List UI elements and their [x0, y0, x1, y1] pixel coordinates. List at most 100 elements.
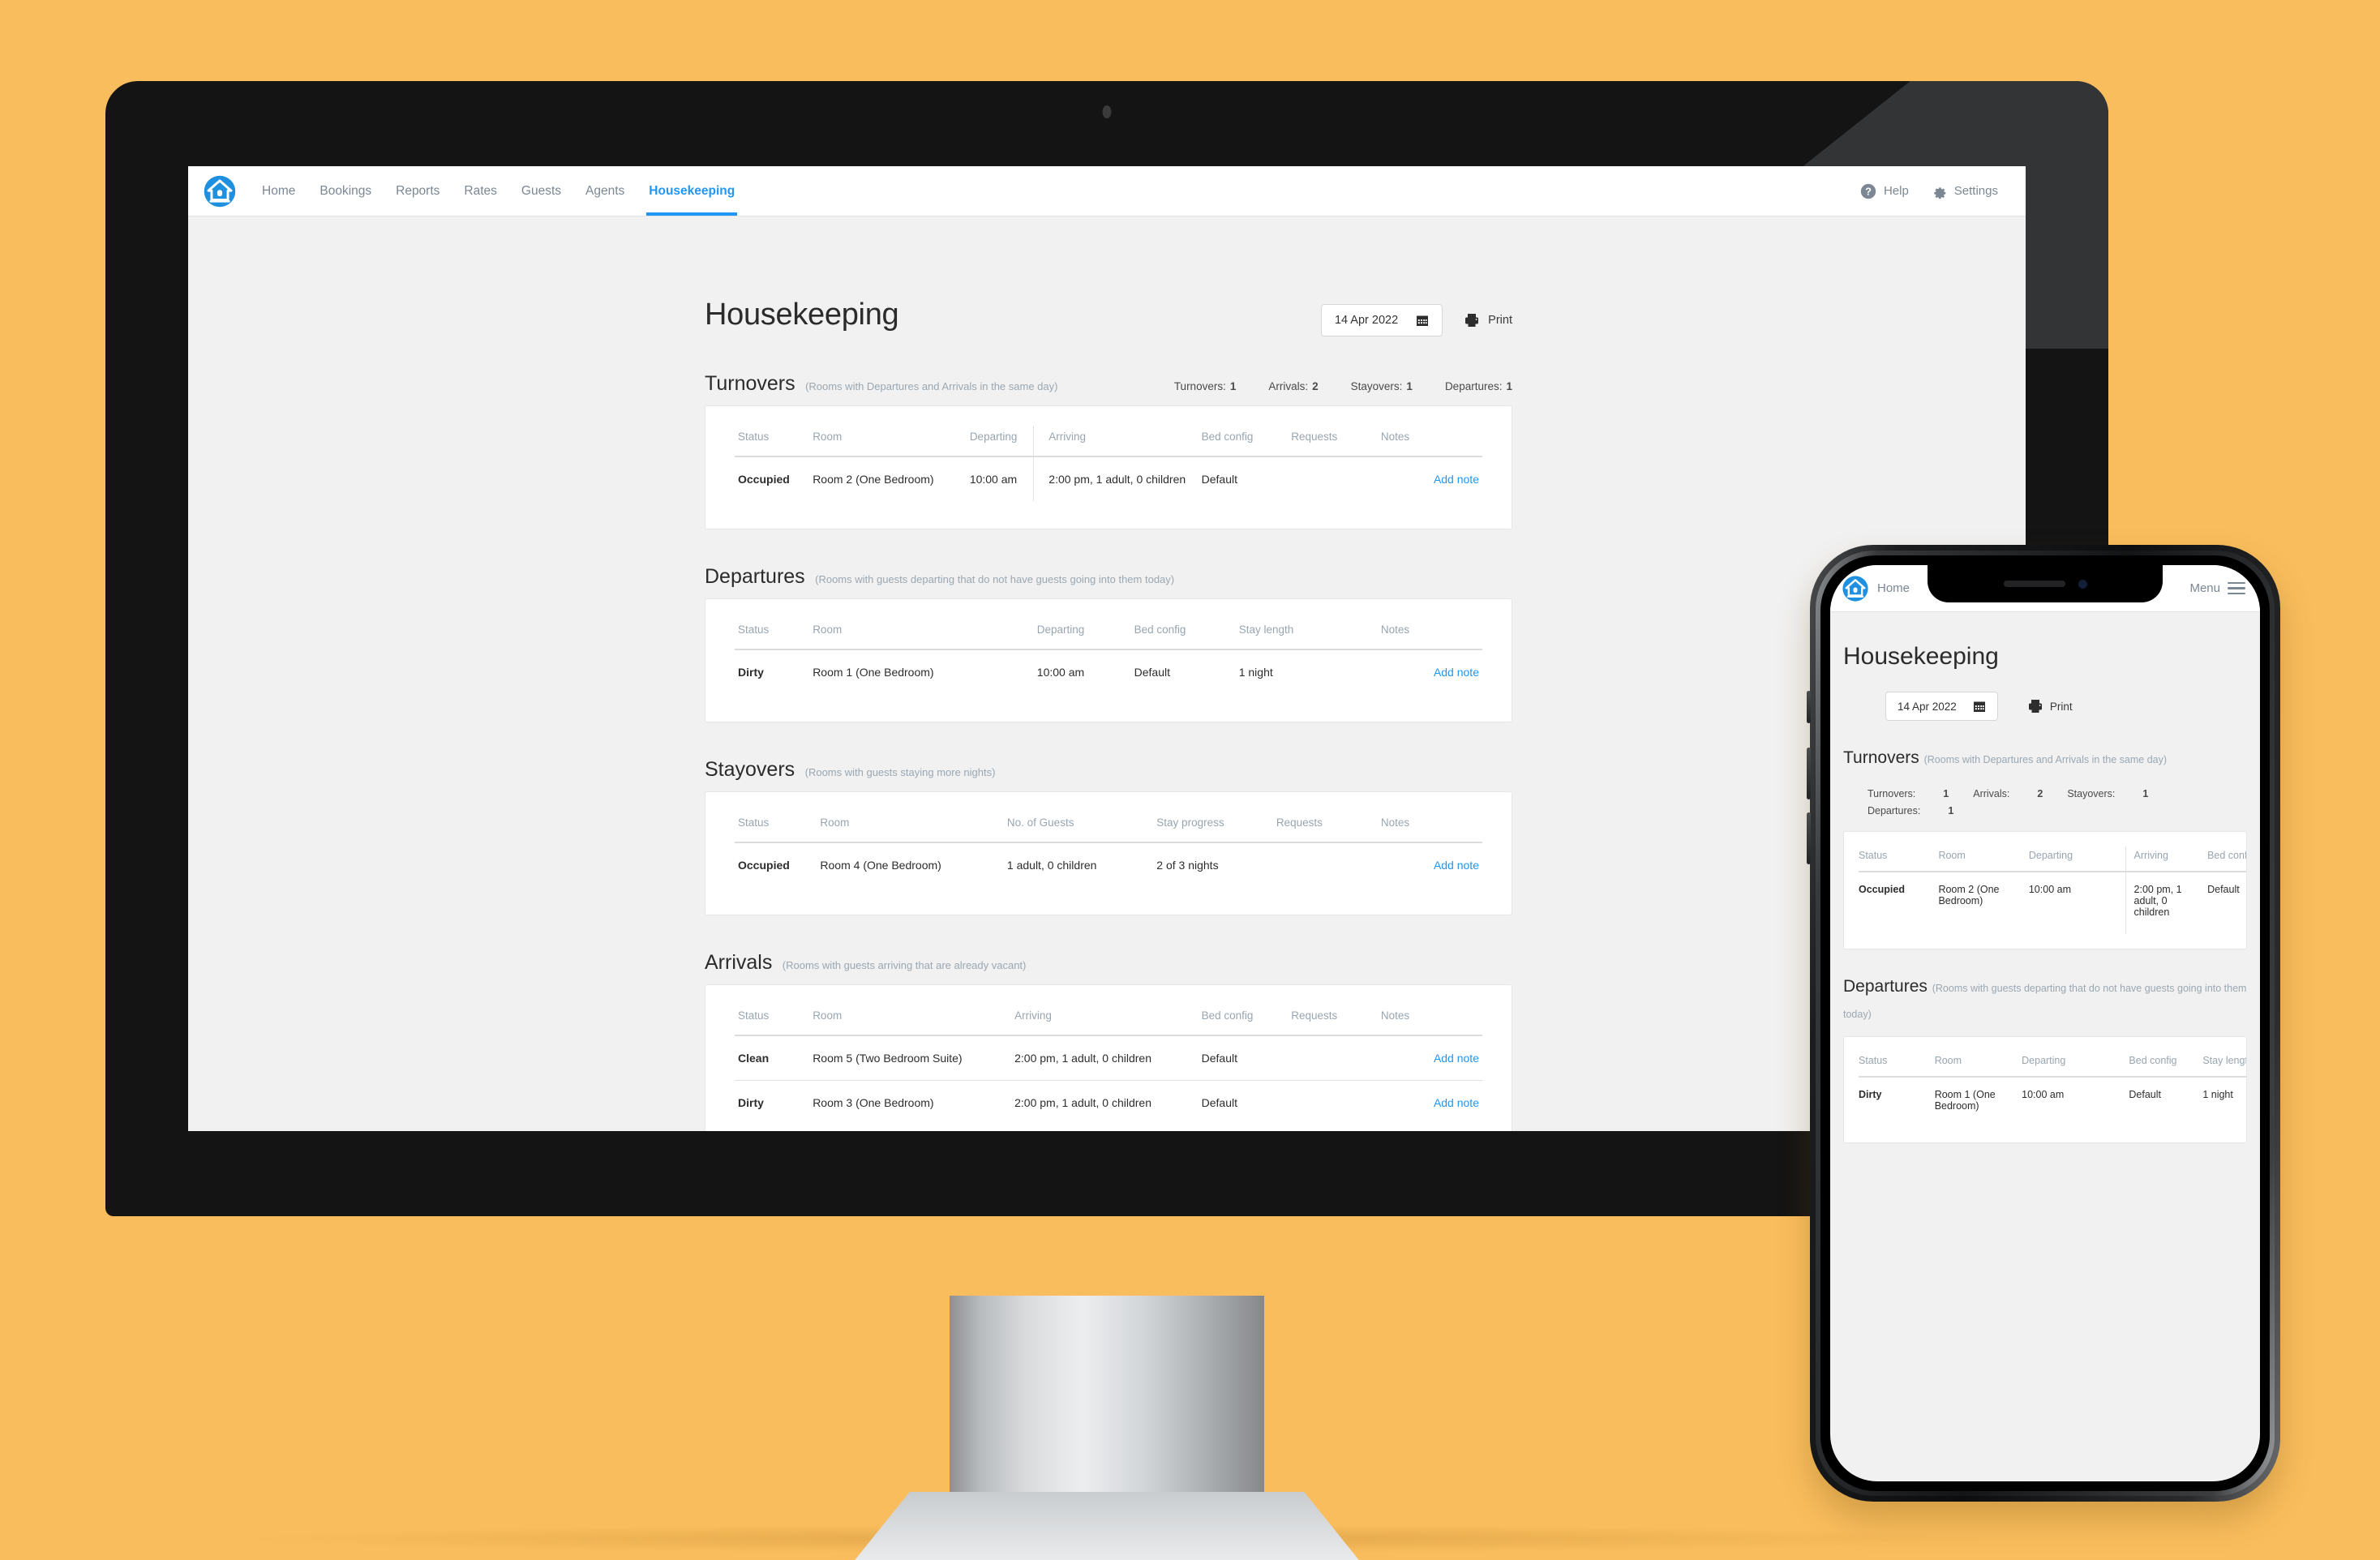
phone-silent-switch[interactable]	[1807, 691, 1811, 723]
arrivals-table: Status Room Arriving Bed config Requests…	[735, 1005, 1482, 1125]
mobile-summary-counts: Turnovers: 1 Arrivals: 2 Stayovers: 1 Departur…	[1843, 786, 2247, 821]
mobile-menu-button[interactable]: Menu	[2189, 581, 2245, 595]
nav-item-housekeeping[interactable]: Housekeeping	[637, 166, 747, 216]
cell-room: Room 2 (One Bedroom)	[809, 456, 967, 501]
help-button[interactable]: ? Help	[1859, 182, 1909, 200]
mobile-navbar-left: Home	[1842, 575, 1910, 602]
date-picker[interactable]: 14 Apr 2022	[1320, 304, 1443, 336]
mobile-section-departures: Departures (Rooms with guests departing …	[1843, 974, 2247, 1143]
scene: Home Bookings Reports Rates Guests Agent…	[0, 0, 2380, 1560]
cell-stay-length: 1 night	[2202, 1076, 2246, 1128]
cell-departing: 10:00 am	[2028, 871, 2126, 934]
count-value: 1	[1229, 380, 1237, 392]
mobile-phone: Home Menu Housekeeping 14 Apr 2022 Print…	[1807, 545, 2280, 1502]
section-title: Stayovers	[705, 758, 795, 781]
house-in-circle-logo[interactable]	[203, 174, 237, 208]
count-value: 1	[2142, 787, 2149, 799]
phone-volume-down-button[interactable]	[1807, 812, 1811, 864]
earpiece-speaker-icon	[2003, 581, 2065, 587]
count-label: Stayovers:	[2067, 787, 2116, 799]
section-turnovers: Turnovers (Rooms with Departures and Arr…	[705, 372, 1512, 529]
printer-icon	[2028, 700, 2042, 713]
count-value: 1	[1948, 804, 1954, 816]
count-stayovers: Stayovers: 1	[2067, 786, 2148, 803]
col-room: Room	[1938, 850, 1966, 861]
section-header-arrivals: Arrivals (Rooms with guests arriving tha…	[705, 951, 1512, 975]
table-row: Occupied Room 2 (One Bedroom) 10:00 am 2…	[735, 456, 1482, 501]
page-header: Housekeeping 14 Apr 2022 Print	[705, 267, 1512, 336]
nav-item-agents[interactable]: Agents	[573, 166, 637, 216]
settings-button[interactable]: Settings	[1930, 182, 1998, 200]
col-no-of-guests: No. of Guests	[1006, 816, 1074, 829]
cell-bed-config: Default	[2207, 871, 2246, 934]
cell-bed-config: Default	[1198, 1080, 1289, 1125]
mobile-date-value: 14 Apr 2022	[1898, 700, 1957, 713]
nav-item-bookings[interactable]: Bookings	[307, 166, 384, 216]
phone-volume-up-button[interactable]	[1807, 748, 1811, 799]
mobile-table-card-turnovers[interactable]: Status Room Departing Arriving Bed confi…	[1843, 831, 2247, 949]
count-label: Turnovers:	[1173, 380, 1226, 392]
desktop-page-body: Housekeeping 14 Apr 2022 Print Turnovers…	[188, 216, 2026, 1131]
question-circle-icon: ?	[1860, 183, 1876, 199]
print-button[interactable]: Print	[1464, 312, 1512, 328]
nav-item-home[interactable]: Home	[250, 166, 307, 216]
mobile-nav-item-home[interactable]: Home	[1877, 581, 1910, 595]
phone-screen: Home Menu Housekeeping 14 Apr 2022 Print…	[1830, 565, 2260, 1481]
col-arriving: Arriving	[1014, 1009, 1052, 1022]
table-row: Occupied Room 4 (One Bedroom) 1 adult, 0…	[735, 842, 1482, 887]
add-note-link[interactable]: Add note	[1434, 859, 1479, 872]
col-stay-length: Stay length	[2202, 1055, 2246, 1066]
count-departures: Departures: 1	[1445, 380, 1512, 392]
count-label: Turnovers:	[1868, 787, 1916, 799]
calendar-icon	[1417, 315, 1429, 326]
house-in-circle-logo[interactable]	[1842, 575, 1869, 602]
mobile-print-button[interactable]: Print	[2027, 698, 2073, 714]
cell-notes: Add note	[1377, 1080, 1482, 1125]
col-room: Room	[1934, 1055, 1962, 1066]
nav-item-rates[interactable]: Rates	[452, 166, 509, 216]
cell-notes: Add note	[1377, 842, 1482, 887]
mobile-table-card-departures[interactable]: Status Room Departing Bed config Stay le…	[1843, 1036, 2247, 1143]
webcam-icon	[1102, 105, 1112, 118]
settings-label: Settings	[1953, 184, 1998, 198]
table-card-departures: Status Room Departing Bed config Stay le…	[705, 598, 1512, 722]
add-note-link[interactable]: Add note	[1434, 473, 1479, 486]
date-value: 14 Apr 2022	[1334, 314, 1399, 327]
col-status: Status	[738, 431, 770, 443]
cell-status: Dirty	[1859, 1076, 1935, 1128]
cell-guests: 1 adult, 0 children	[1003, 842, 1154, 887]
cell-notes: Add note	[1377, 649, 1482, 694]
add-note-link[interactable]: Add note	[1434, 1052, 1479, 1065]
cell-requests	[1272, 842, 1378, 887]
col-departing: Departing	[1036, 624, 1085, 636]
nav-item-reports[interactable]: Reports	[384, 166, 452, 216]
count-departures: Departures: 1	[1868, 803, 1953, 820]
cell-room: Room 5 (Two Bedroom Suite)	[809, 1035, 1012, 1081]
cell-arriving: 2:00 pm, 1 adult, 0 children	[1033, 456, 1199, 501]
count-value: 1	[1406, 380, 1413, 392]
col-room: Room	[813, 431, 843, 443]
departures-table: Status Room Departing Bed config Stay le…	[735, 619, 1482, 694]
section-departures: Departures (Rooms with guests departing …	[705, 565, 1512, 722]
cell-room: Room 2 (One Bedroom)	[1938, 871, 2029, 934]
cell-notes: Add note	[1377, 456, 1482, 501]
table-header-row: Status Room Departing Arriving Bed confi…	[735, 426, 1482, 456]
count-value: 2	[1312, 380, 1319, 392]
nav-item-guests[interactable]: Guests	[509, 166, 573, 216]
add-note-link[interactable]: Add note	[1434, 666, 1479, 679]
col-notes: Notes	[1380, 816, 1410, 829]
col-departing: Departing	[969, 431, 1018, 443]
add-note-link[interactable]: Add note	[1434, 1096, 1479, 1109]
section-header-turnovers: Turnovers (Rooms with Departures and Arr…	[705, 372, 1512, 396]
page-content-wrapper: Housekeeping 14 Apr 2022 Print Turnovers…	[701, 267, 1512, 1131]
section-header-departures: Departures (Rooms with guests departing …	[705, 565, 1512, 589]
summary-counts: Turnovers: 1 Arrivals: 2 Stayovers: 1 Depar…	[1174, 380, 1512, 392]
turnovers-table: Status Room Departing Arriving Bed confi…	[735, 426, 1482, 501]
mobile-section-title: Departures	[1843, 977, 1928, 996]
mobile-date-picker[interactable]: 14 Apr 2022	[1885, 692, 1998, 721]
cell-requests	[1288, 1035, 1378, 1081]
mobile-turnovers-table: Status Room Departing Arriving Bed confi…	[1859, 846, 2246, 934]
section-title: Arrivals	[705, 951, 773, 974]
col-requests: Requests	[1291, 431, 1338, 443]
section-subtitle: (Rooms with guests staying more nights)	[804, 766, 996, 778]
